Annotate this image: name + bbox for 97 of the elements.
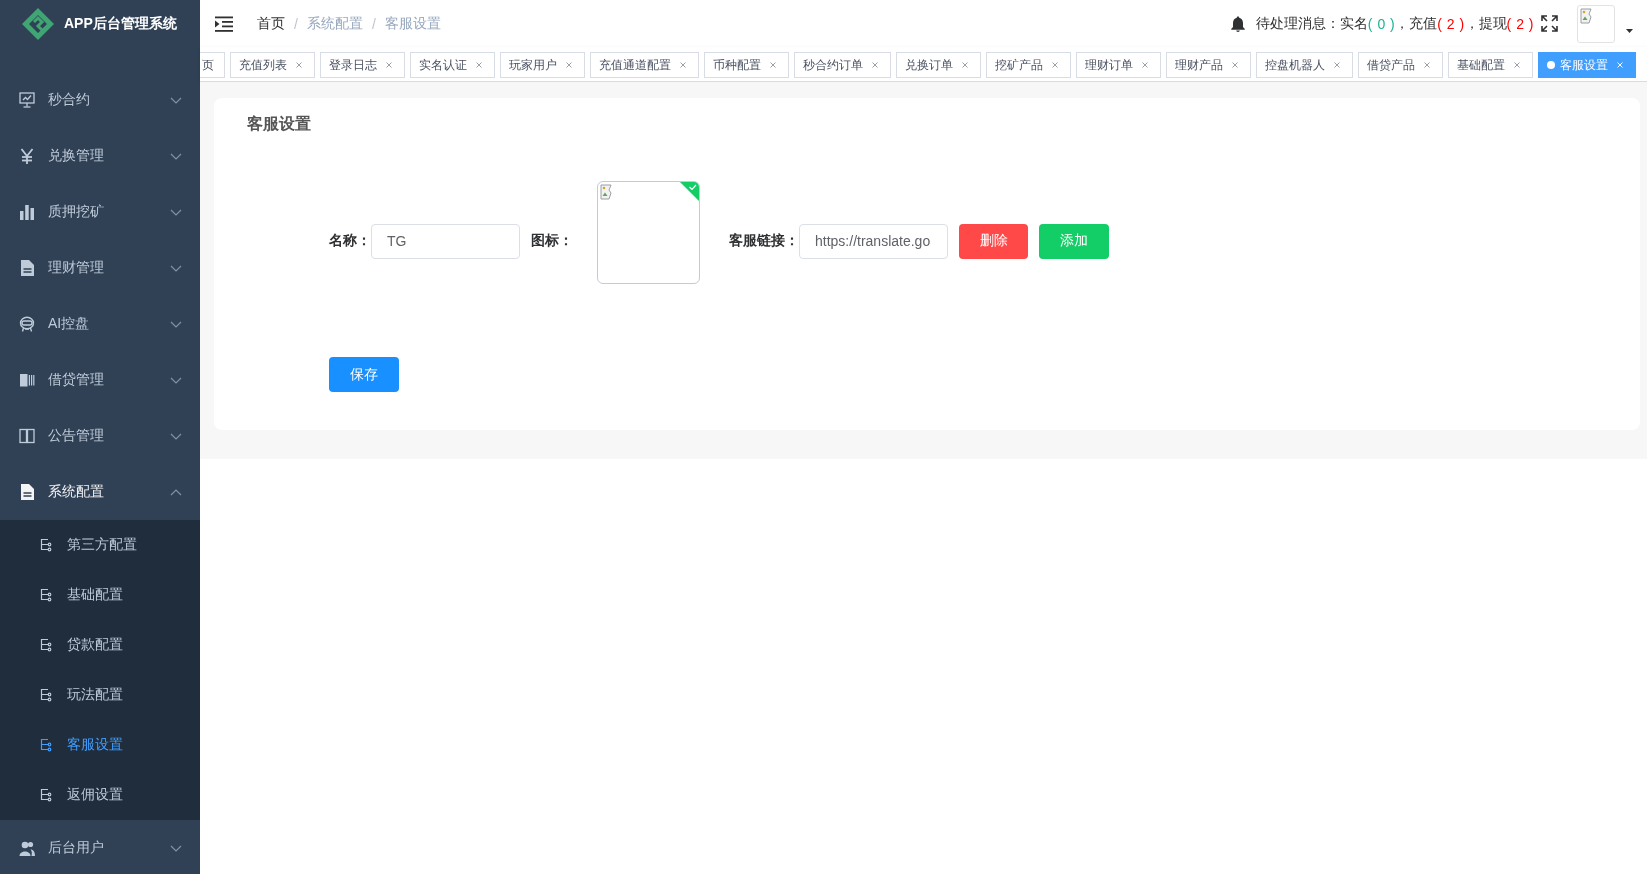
chevron-down-icon xyxy=(170,320,182,328)
avatar-placeholder[interactable] xyxy=(1577,4,1615,43)
robot-icon xyxy=(19,316,35,332)
close-icon[interactable] xyxy=(962,62,968,68)
image-upload[interactable] xyxy=(597,181,700,284)
name-input[interactable]: TG xyxy=(371,223,520,259)
page-tab[interactable]: 基础配置 xyxy=(1448,52,1533,78)
chevron-down-icon xyxy=(170,208,182,216)
breadcrumb-separator: / xyxy=(294,15,298,32)
close-icon[interactable] xyxy=(872,62,878,68)
sidebar-menu-item[interactable]: 系统配置 xyxy=(0,464,200,520)
submenu-item[interactable]: 玩法配置 xyxy=(0,670,200,720)
submenu-item[interactable]: 第三方配置 xyxy=(0,520,200,570)
chevron-up-icon xyxy=(170,488,182,496)
close-icon[interactable] xyxy=(770,62,776,68)
open-book-icon xyxy=(19,428,35,444)
document-icon xyxy=(19,260,35,276)
chevron-down-icon xyxy=(170,376,182,384)
sidebar-menu-item[interactable]: 公告管理 xyxy=(0,408,200,464)
tree-icon xyxy=(40,688,52,702)
breadcrumb-separator: / xyxy=(371,15,376,32)
users-icon xyxy=(19,840,35,856)
close-icon[interactable] xyxy=(566,62,572,68)
submenu-item[interactable]: 基础配置 xyxy=(0,570,200,620)
close-icon[interactable] xyxy=(1232,62,1238,68)
submenu-item[interactable]: 贷款配置 xyxy=(0,620,200,670)
page-tab[interactable]: 登录日志 xyxy=(320,52,405,78)
list-separator: ， xyxy=(1395,14,1410,33)
sidebar-menu-item[interactable]: 后台用户 xyxy=(0,820,200,874)
field-label: 图标： xyxy=(531,232,573,250)
pending-count: ( 0 ) xyxy=(1367,15,1396,32)
close-icon[interactable] xyxy=(476,62,482,68)
sidebar-menu-item[interactable]: 借贷管理 xyxy=(0,352,200,408)
pending-count: ( 2 ) xyxy=(1437,15,1465,32)
book-icon xyxy=(19,372,35,388)
yen-icon xyxy=(19,148,35,164)
close-icon[interactable] xyxy=(296,62,302,68)
app-title: APP后台管理系统 xyxy=(64,14,177,33)
submenu-item[interactable]: 客服设置 xyxy=(0,720,200,770)
field-label: 客服链接： xyxy=(729,232,799,250)
chevron-down-icon xyxy=(170,264,182,272)
sidebar-menu-item[interactable]: 秒合约 xyxy=(0,72,200,128)
close-icon[interactable] xyxy=(1334,62,1340,68)
bar-chart-icon xyxy=(19,204,35,220)
close-icon[interactable] xyxy=(386,62,392,68)
page-tab[interactable]: 实名认证 xyxy=(410,52,495,78)
bell-icon[interactable] xyxy=(1230,15,1245,32)
document-icon xyxy=(19,484,35,500)
page-tab[interactable]: 理财订单 xyxy=(1076,52,1161,78)
card-title: 客服设置 xyxy=(247,114,312,134)
monitor-chart-icon xyxy=(19,92,35,108)
page-tab[interactable]: 充值通道配置 xyxy=(590,52,699,78)
page-tab[interactable]: 挖矿产品 xyxy=(986,52,1071,78)
caret-icon[interactable] xyxy=(1626,28,1633,33)
sidebar-menu-item[interactable]: 理财管理 xyxy=(0,240,200,296)
link-input[interactable]: https://translate.go xyxy=(799,223,948,259)
close-icon[interactable] xyxy=(1514,62,1520,68)
close-icon[interactable] xyxy=(680,62,686,68)
page-tab[interactable]: 控盘机器人 xyxy=(1256,52,1353,78)
chevron-down-icon xyxy=(170,844,182,852)
chevron-down-icon xyxy=(170,96,182,104)
page-tab[interactable]: 理财产品 xyxy=(1166,52,1251,78)
tree-icon xyxy=(40,538,52,552)
breadcrumb-link[interactable]: 首页 xyxy=(257,14,285,33)
notice-category: 实名 xyxy=(1339,14,1368,31)
sidebar-menu-item[interactable]: 质押挖矿 xyxy=(0,184,200,240)
breadcrumb-item: 系统配置 xyxy=(306,14,363,33)
page-tab[interactable]: 秒合约订单 xyxy=(794,52,891,78)
page-tab[interactable]: 借贷产品 xyxy=(1358,52,1443,78)
page-tab[interactable]: 页 xyxy=(200,52,225,78)
logo-icon xyxy=(21,6,55,41)
page-tab[interactable]: 充值列表 xyxy=(230,52,315,78)
pending-count: ( 2 ) xyxy=(1506,15,1534,32)
menu-fold-icon xyxy=(215,15,233,32)
submenu-item[interactable]: 返佣设置 xyxy=(0,770,200,820)
page-tab[interactable]: 币种配置 xyxy=(704,52,789,78)
sidebar-menu-item[interactable]: 兑换管理 xyxy=(0,128,200,184)
chevron-down-icon xyxy=(170,152,182,160)
page-tab[interactable]: 玩家用户 xyxy=(500,52,585,78)
page-tab[interactable]: 兑换订单 xyxy=(896,52,981,78)
tree-icon xyxy=(40,638,52,652)
notice-category: 提现 xyxy=(1478,14,1507,31)
tree-icon xyxy=(40,738,52,752)
tree-icon xyxy=(40,588,52,602)
close-icon[interactable] xyxy=(1424,62,1430,68)
close-icon[interactable] xyxy=(1052,62,1058,68)
tree-icon xyxy=(40,788,52,802)
breadcrumb-item: 客服设置 xyxy=(384,14,441,33)
chevron-down-icon xyxy=(170,432,182,440)
field-label: 名称： xyxy=(329,232,371,250)
fullscreen-icon[interactable] xyxy=(1541,15,1558,32)
notice-category: 充值 xyxy=(1409,14,1438,31)
list-separator: ， xyxy=(1464,14,1479,33)
active-dot-icon xyxy=(1547,61,1555,69)
notice-label: 待处理消息： xyxy=(1255,14,1340,33)
sidebar-menu-item[interactable]: AI控盘 xyxy=(0,296,200,352)
close-icon[interactable] xyxy=(1142,62,1148,68)
